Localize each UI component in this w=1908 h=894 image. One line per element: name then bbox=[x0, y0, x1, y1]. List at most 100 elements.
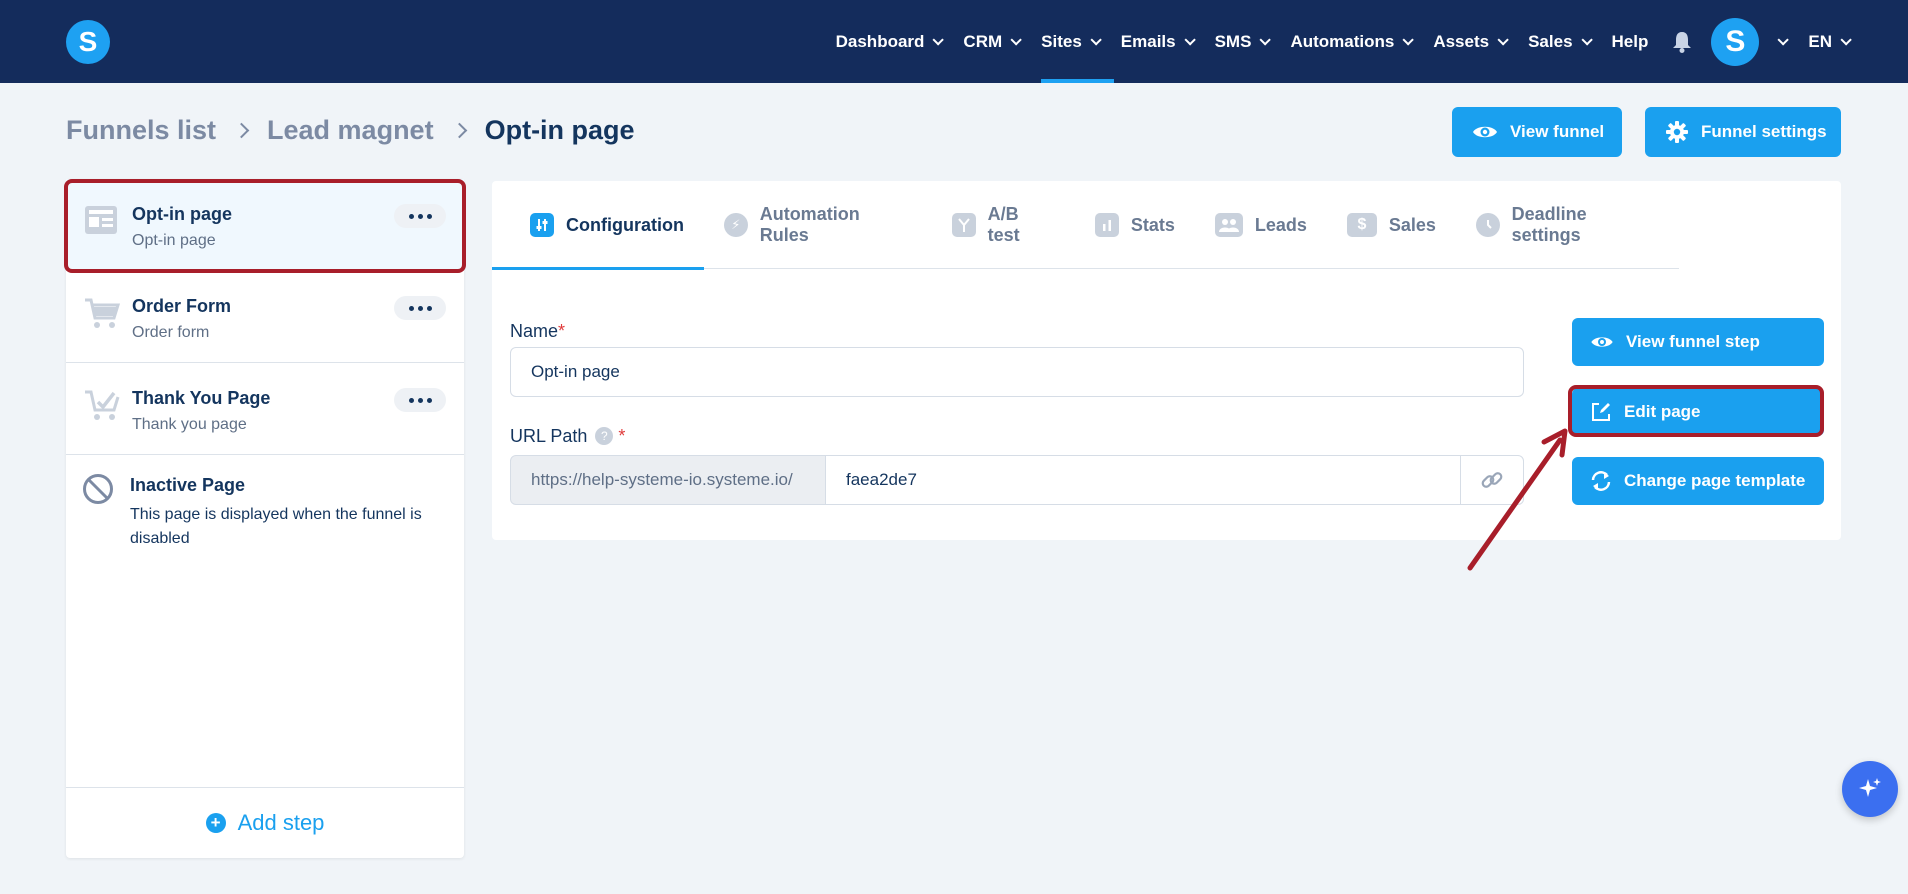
step-title: Thank You Page bbox=[132, 388, 271, 408]
step-menu-button[interactable] bbox=[394, 296, 446, 320]
edit-page-button[interactable]: Edit page bbox=[1572, 388, 1824, 436]
tab-sales[interactable]: $ Sales bbox=[1327, 181, 1456, 269]
plus-circle-icon: + bbox=[205, 813, 226, 833]
nav-label: Assets bbox=[1433, 31, 1490, 51]
cart-icon bbox=[84, 297, 121, 336]
tab-stats[interactable]: Stats bbox=[1075, 181, 1195, 269]
view-funnel-step-label: View funnel step bbox=[1626, 332, 1760, 351]
step-item-opt-in[interactable]: Opt-in page Opt-in page bbox=[66, 179, 464, 271]
tab-deadline-settings[interactable]: Deadline settings bbox=[1456, 181, 1679, 269]
nav-item-sms[interactable]: SMS bbox=[1214, 0, 1272, 83]
language-switcher[interactable]: EN bbox=[1808, 0, 1852, 83]
step-item-thank-you[interactable]: Thank You Page Thank you page bbox=[66, 363, 464, 455]
step-title: Opt-in page bbox=[132, 204, 232, 224]
url-path-input[interactable]: faea2de7 bbox=[825, 455, 1461, 505]
add-step-button[interactable]: + Add step bbox=[66, 787, 464, 858]
nav-item-sales[interactable]: Sales bbox=[1528, 0, 1593, 83]
view-funnel-button[interactable]: View funnel bbox=[1452, 107, 1622, 157]
required-mark: * bbox=[618, 426, 626, 446]
systeme-logo[interactable]: S bbox=[66, 20, 110, 64]
name-input[interactable]: Opt-in page bbox=[510, 347, 1524, 397]
tab-label: Deadline settings bbox=[1511, 204, 1587, 245]
nav-label: Sites bbox=[1041, 31, 1082, 51]
clock-icon bbox=[1475, 213, 1500, 237]
funnel-settings-label: Funnel settings bbox=[1701, 122, 1827, 141]
bell-icon[interactable] bbox=[1671, 31, 1693, 53]
eye-icon bbox=[1591, 337, 1613, 347]
dollar-icon: $ bbox=[1346, 213, 1377, 237]
required-mark: * bbox=[558, 321, 566, 341]
chevron-down-icon bbox=[1010, 33, 1022, 46]
step-item-order-form[interactable]: Order Form Order form bbox=[66, 271, 464, 363]
change-template-label: Change page template bbox=[1624, 471, 1806, 490]
refresh-icon bbox=[1591, 471, 1611, 491]
step-menu-button[interactable] bbox=[394, 204, 446, 228]
breadcrumb: Funnels list Lead magnet Opt-in page bbox=[66, 115, 635, 146]
sparkles-icon bbox=[1859, 778, 1881, 797]
view-funnel-label: View funnel bbox=[1510, 122, 1605, 141]
tab-bar: Configuration ⚡ Automation Rules A/B tes… bbox=[492, 181, 1679, 270]
avatar-menu-toggle[interactable] bbox=[1769, 0, 1790, 83]
nav-label: Help bbox=[1611, 31, 1649, 51]
users-icon bbox=[1214, 213, 1243, 237]
view-funnel-step-button[interactable]: View funnel step bbox=[1572, 318, 1824, 366]
nav-label: SMS bbox=[1214, 31, 1252, 51]
tab-label: Automation Rules bbox=[759, 204, 860, 245]
nav-item-automations[interactable]: Automations bbox=[1290, 0, 1415, 83]
url-prefix-text: https://help-systeme-io.systeme.io/ bbox=[531, 470, 793, 489]
tab-label: Configuration bbox=[566, 214, 684, 235]
ai-assistant-button[interactable] bbox=[1842, 761, 1898, 817]
split-icon bbox=[951, 213, 976, 237]
tab-label: Sales bbox=[1388, 214, 1436, 235]
ban-icon bbox=[82, 473, 114, 510]
nav-label: CRM bbox=[963, 31, 1003, 51]
step-menu-button[interactable] bbox=[394, 388, 446, 412]
user-avatar[interactable]: S bbox=[1711, 17, 1760, 66]
nav-item-help[interactable]: Help bbox=[1612, 0, 1649, 83]
step-item-inactive[interactable]: Inactive Page This page is displayed whe… bbox=[66, 455, 464, 565]
chevron-right-icon bbox=[451, 122, 467, 139]
help-icon[interactable]: ? bbox=[595, 427, 614, 445]
nav-label: Automations bbox=[1290, 31, 1395, 51]
chevron-down-icon bbox=[1090, 33, 1102, 46]
annotation-arrow bbox=[1467, 428, 1568, 571]
url-prefix: https://help-systeme-io.systeme.io/ bbox=[510, 455, 826, 505]
chevron-down-icon bbox=[1184, 33, 1196, 46]
chevron-down-icon bbox=[1497, 33, 1509, 46]
bar-chart-icon bbox=[1094, 213, 1119, 237]
tab-ab-test[interactable]: A/B test bbox=[932, 181, 1075, 269]
nav-item-dashboard[interactable]: Dashboard bbox=[836, 0, 945, 83]
step-subtitle: Order form bbox=[132, 324, 210, 341]
nav-item-sites[interactable]: Sites bbox=[1041, 0, 1114, 83]
page-title: Opt-in page bbox=[484, 115, 635, 145]
tab-leads[interactable]: Leads bbox=[1195, 181, 1327, 269]
url-path-label-text: URL Path bbox=[510, 426, 588, 446]
step-subtitle: Opt-in page bbox=[132, 232, 216, 249]
funnel-settings-button[interactable]: Funnel settings bbox=[1645, 107, 1841, 157]
funnel-steps-list: Opt-in page Opt-in page Order Form Order… bbox=[66, 179, 464, 858]
tab-label: Leads bbox=[1254, 214, 1307, 235]
breadcrumb-lead-magnet[interactable]: Lead magnet bbox=[267, 115, 434, 146]
tab-configuration[interactable]: Configuration bbox=[492, 181, 704, 270]
step-title: Order Form bbox=[132, 296, 232, 316]
change-page-template-button[interactable]: Change page template bbox=[1572, 457, 1824, 505]
breadcrumb-funnels-list[interactable]: Funnels list bbox=[66, 115, 216, 146]
add-step-label: Add step bbox=[237, 810, 325, 835]
page-layout-icon bbox=[84, 205, 118, 240]
nav-label: Sales bbox=[1528, 31, 1573, 51]
gear-icon bbox=[1666, 121, 1688, 143]
chevron-down-icon bbox=[1777, 33, 1790, 46]
nav-item-crm[interactable]: CRM bbox=[963, 0, 1022, 83]
nav-item-assets[interactable]: Assets bbox=[1433, 0, 1509, 83]
nav-item-emails[interactable]: Emails bbox=[1121, 0, 1196, 83]
tab-automation-rules[interactable]: ⚡ Automation Rules bbox=[704, 181, 932, 269]
bolt-icon: ⚡ bbox=[723, 213, 748, 237]
chevron-right-icon bbox=[233, 122, 250, 139]
tab-label: Stats bbox=[1130, 214, 1175, 235]
edit-page-label: Edit page bbox=[1624, 402, 1701, 421]
chevron-down-icon bbox=[1580, 33, 1593, 46]
edit-icon bbox=[1592, 403, 1610, 421]
language-label: EN bbox=[1808, 31, 1832, 51]
url-path-value: faea2de7 bbox=[846, 470, 917, 489]
chevron-down-icon bbox=[1840, 33, 1852, 46]
